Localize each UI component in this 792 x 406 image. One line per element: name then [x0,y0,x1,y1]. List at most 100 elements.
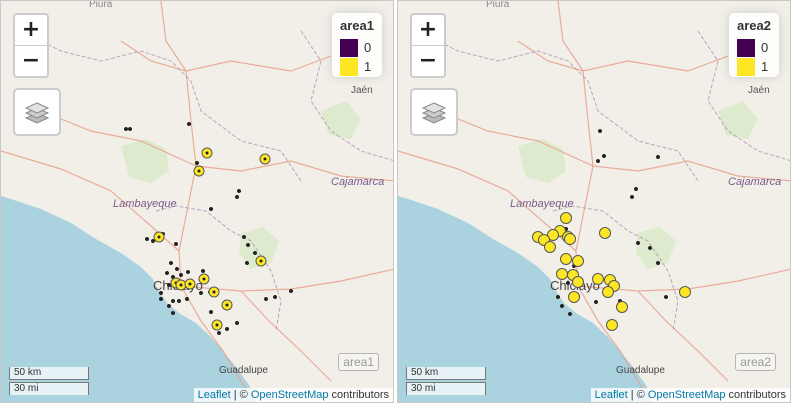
map-label-piura: Piura [89,1,113,10]
layers-control[interactable] [13,88,61,136]
data-point [224,326,230,332]
layers-icon [421,102,447,124]
data-point-center [205,151,209,155]
data-point [208,309,214,315]
attribution: Leaflet | © OpenStreetMap contributors [590,388,790,402]
leaflet-link[interactable]: Leaflet [595,389,628,401]
map-label-guadalupe: Guadalupe [219,365,268,376]
data-point-center [157,235,161,239]
data-point [166,303,172,309]
data-point [164,270,170,276]
map-panel-area1[interactable]: PiuraJaénLambayequeCajamarcaChiclayoGuad… [0,0,394,403]
data-point [194,160,200,166]
attribution-separator: | © [627,389,648,401]
attribution-contributors: contributors [725,389,786,401]
data-point [599,227,611,239]
legend-label-0: 0 [761,40,769,55]
data-point [679,286,691,298]
legend-label-1: 1 [761,59,769,74]
data-point [288,288,294,294]
legend-swatch-1 [340,58,358,76]
data-point [198,290,204,296]
osm-link[interactable]: OpenStreetMap [648,389,726,401]
legend-label-1: 1 [364,59,372,74]
data-point [629,194,635,200]
data-point [236,188,242,194]
data-point [633,186,639,192]
data-point [158,296,164,302]
data-point [170,298,176,304]
osm-link[interactable]: OpenStreetMap [251,389,329,401]
legend-label-0: 0 [364,40,372,55]
legend: area1 0 1 [332,13,382,77]
data-point [184,296,190,302]
data-point [158,290,164,296]
data-point [601,153,607,159]
data-point-center [179,283,183,287]
data-point [241,234,247,240]
data-point [144,236,150,242]
map-label-cajamarca: Cajamarca [331,176,384,188]
data-point [560,253,572,265]
leaflet-link[interactable]: Leaflet [198,389,231,401]
map-label-jaen: Jaén [748,85,770,96]
attribution: Leaflet | © OpenStreetMap contributors [193,388,393,402]
data-point [272,294,278,300]
data-point-center [263,157,267,161]
watermark-label: area2 [735,353,776,371]
data-point [655,154,661,160]
scale-bar-km: 50 km [406,367,486,380]
map-label-piura: Piura [486,1,510,10]
legend-swatch-0 [340,39,358,57]
zoom-control: + − [13,13,49,78]
data-point [127,126,133,132]
data-point [595,158,601,164]
legend-swatch-0 [737,39,755,57]
attribution-separator: | © [230,389,251,401]
data-point [565,280,571,286]
data-point [597,128,603,134]
data-point [173,241,179,247]
data-point [556,268,568,280]
layers-icon [24,102,50,124]
data-point [592,273,604,285]
data-point [559,303,565,309]
data-point [234,320,240,326]
data-point [168,260,174,266]
data-point [176,298,182,304]
data-point [602,286,614,298]
data-point [572,255,584,267]
data-point [245,242,251,248]
data-point [123,126,129,132]
data-point [170,310,176,316]
data-point [572,276,584,288]
data-point [174,266,180,272]
map-label-lambayeque: Lambayeque [510,198,574,210]
data-point-center [259,259,263,263]
map-label-guadalupe: Guadalupe [616,365,665,376]
data-point [655,260,661,266]
data-point-center [215,323,219,327]
data-point [166,282,172,288]
zoom-in-button[interactable]: + [15,15,47,46]
data-point [200,268,206,274]
attribution-contributors: contributors [328,389,389,401]
scale-bar-mi: 30 mi [9,382,89,395]
data-point [208,206,214,212]
layers-control[interactable] [410,88,458,136]
data-point-center [212,290,216,294]
map-label-cajamarca: Cajamarca [728,176,781,188]
data-point [564,233,576,245]
data-point [244,260,250,266]
zoom-out-button[interactable]: − [412,46,444,76]
data-point-center [225,303,229,307]
map-label-jaen: Jaén [351,85,373,96]
data-point [186,121,192,127]
map-panel-area2[interactable]: PiuraJaénLambayequeCajamarcaChiclayoGuad… [397,0,791,403]
scale-bar-mi: 30 mi [406,382,486,395]
watermark-label: area1 [338,353,379,371]
zoom-in-button[interactable]: + [412,15,444,46]
legend-swatch-1 [737,58,755,76]
data-point-center [202,277,206,281]
zoom-out-button[interactable]: − [15,46,47,76]
